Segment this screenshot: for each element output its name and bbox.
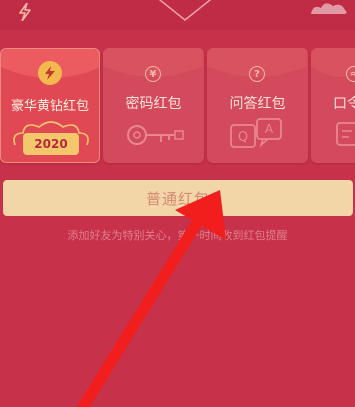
red-arrow-annotation	[76, 190, 226, 407]
